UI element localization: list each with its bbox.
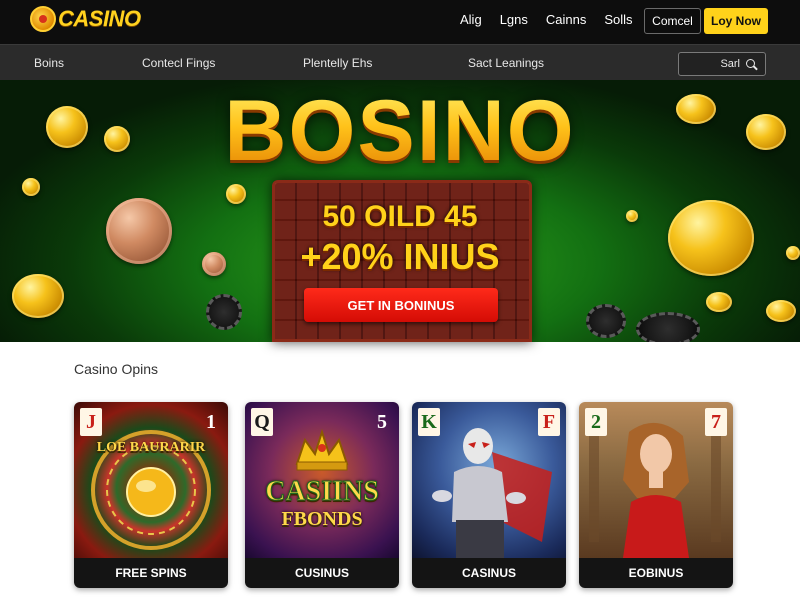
card-rank-left: K bbox=[418, 408, 440, 436]
get-bonus-button[interactable]: GET IN BONINUS bbox=[304, 288, 498, 322]
section-title: Casino Opins bbox=[74, 361, 159, 377]
card-rank-right: 7 bbox=[705, 408, 727, 436]
cancel-button[interactable]: Comcel bbox=[644, 8, 701, 34]
game-card-eobinus[interactable]: 2 7 EOBINUS bbox=[579, 402, 733, 588]
card-art-title: CASIINS bbox=[265, 476, 380, 508]
card-art-title: LOE BAURARIR bbox=[96, 440, 206, 455]
card-rank-left: 2 bbox=[585, 408, 607, 436]
gold-coin-icon bbox=[12, 274, 64, 318]
logo-text: CASINO bbox=[58, 6, 141, 31]
top-link-1[interactable]: Alig bbox=[460, 12, 482, 27]
gold-coin-icon bbox=[706, 292, 732, 312]
top-bar: CASINO Alig Lgns Cainns Solls Comcel Loy… bbox=[0, 0, 800, 44]
promo-offer-line: 50 OILD 45 bbox=[322, 200, 478, 233]
top-link-4[interactable]: Solls bbox=[604, 12, 632, 27]
nav-item-4[interactable]: Sact Leanings bbox=[468, 56, 544, 70]
poker-chip-icon bbox=[636, 312, 700, 342]
game-card-cusinus[interactable]: CASIINS FBONDS Q 5 CUSINUS bbox=[245, 402, 399, 588]
buy-now-button[interactable]: Loy Now bbox=[704, 8, 768, 34]
card-rank-right: 5 bbox=[377, 410, 387, 433]
hero-title: BOSINO bbox=[0, 82, 800, 181]
nav-bar: Boins Contecl Fings Plentelly Ehs Sact L… bbox=[0, 44, 800, 80]
card-rank-left: J bbox=[80, 408, 102, 436]
card-label: CUSINUS bbox=[245, 558, 399, 588]
gold-coin-icon bbox=[766, 300, 796, 322]
promo-bonus-line: +20% INIUS bbox=[300, 236, 500, 277]
top-links: Alig Lgns Cainns Solls bbox=[460, 12, 651, 27]
card-art-subtitle: FBONDS bbox=[281, 508, 363, 530]
poker-chip-icon bbox=[206, 294, 242, 330]
card-rank-left: Q bbox=[251, 408, 273, 436]
game-card-free-spins[interactable]: LOE BAURARIR J 1 FREE SPINS bbox=[74, 402, 228, 588]
search-box[interactable]: Sarl bbox=[678, 52, 766, 76]
game-card-casinus[interactable]: K F CASINUS bbox=[412, 402, 566, 588]
search-icon[interactable] bbox=[746, 58, 757, 70]
top-link-3[interactable]: Cainns bbox=[546, 12, 586, 27]
search-input[interactable]: Sarl bbox=[720, 58, 740, 70]
card-label: FREE SPINS bbox=[74, 558, 228, 588]
nav-item-1[interactable]: Boins bbox=[34, 56, 64, 70]
card-rank-right: F bbox=[538, 408, 560, 436]
chip-logo-icon bbox=[30, 6, 56, 32]
top-link-2[interactable]: Lgns bbox=[500, 12, 528, 27]
card-label: EOBINUS bbox=[579, 558, 733, 588]
casino-logo[interactable]: CASINO bbox=[30, 6, 141, 32]
card-rank-right: 1 bbox=[206, 410, 216, 433]
nav-item-2[interactable]: Contecl Fings bbox=[142, 56, 215, 70]
poker-chip-icon bbox=[586, 304, 626, 338]
nav-item-3[interactable]: Plentelly Ehs bbox=[303, 56, 372, 70]
card-label: CASINUS bbox=[412, 558, 566, 588]
